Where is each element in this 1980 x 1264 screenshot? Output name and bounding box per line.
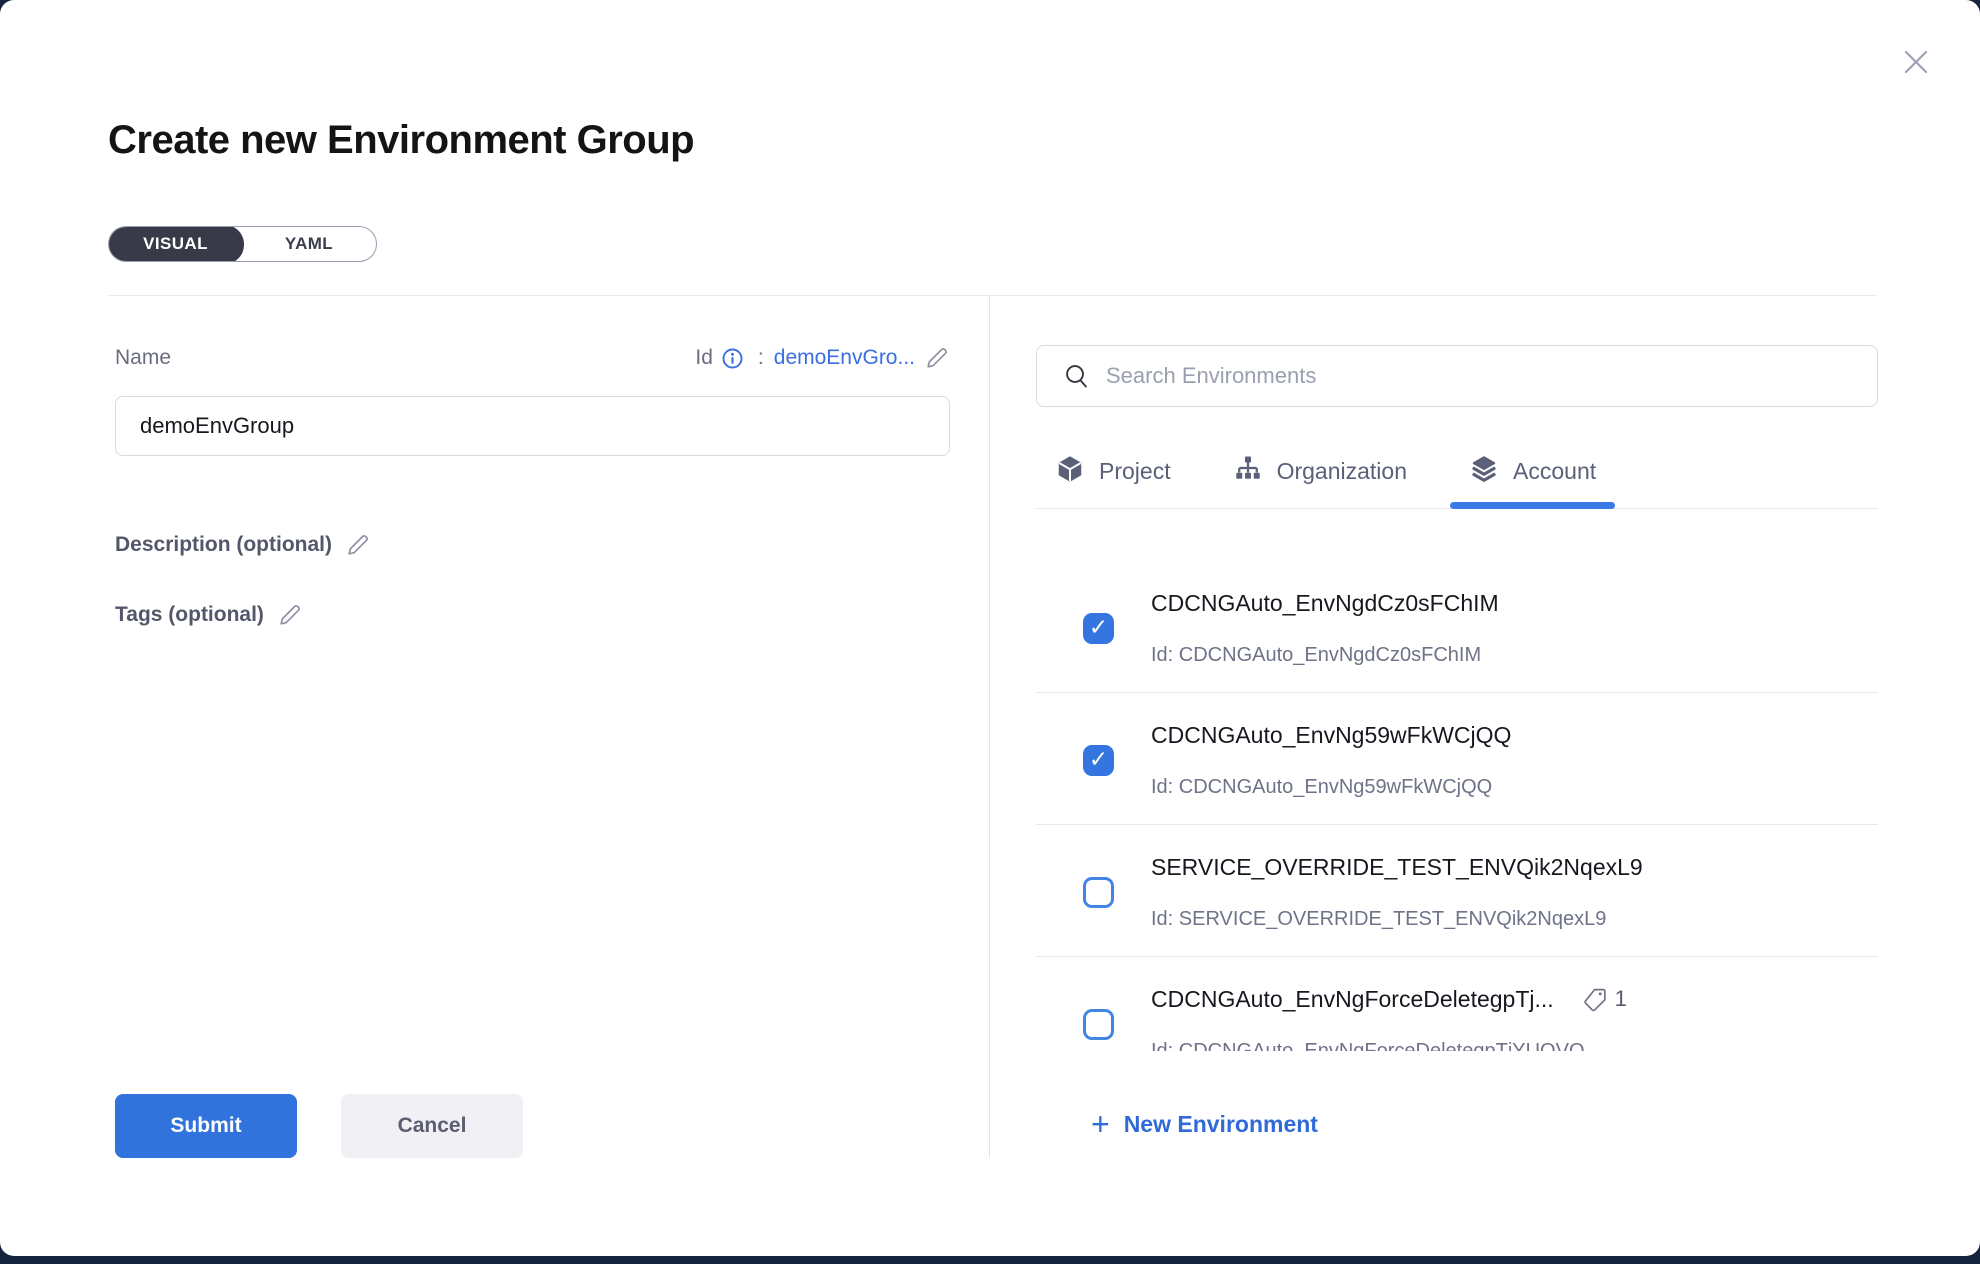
new-environment-button[interactable]: + New Environment bbox=[1091, 1109, 1318, 1139]
environments-pane: Project Organization bbox=[989, 296, 1878, 1158]
organization-hierarchy-icon bbox=[1233, 454, 1263, 484]
environment-name: CDCNGAuto_EnvNgForceDeletegpTj... bbox=[1151, 985, 1554, 1013]
id-label: Id bbox=[695, 346, 713, 370]
environment-name: CDCNGAuto_EnvNg59wFkWCjQQ bbox=[1151, 721, 1511, 749]
tag-count: 1 bbox=[1615, 986, 1627, 1012]
info-icon[interactable] bbox=[721, 347, 744, 370]
scope-tabs: Project Organization bbox=[1036, 451, 1878, 509]
plus-icon: + bbox=[1091, 1109, 1110, 1139]
tab-label: Account bbox=[1513, 454, 1596, 488]
cancel-button[interactable]: Cancel bbox=[341, 1094, 523, 1158]
edit-description-icon[interactable] bbox=[344, 532, 371, 559]
submit-button[interactable]: Submit bbox=[115, 1094, 297, 1158]
close-icon[interactable] bbox=[1898, 44, 1934, 80]
environment-row[interactable]: CDCNGAuto_EnvNg59wFkWCjQQ Id: CDCNGAuto_… bbox=[1036, 693, 1878, 825]
tab-label: Project bbox=[1099, 454, 1171, 488]
environment-row[interactable]: CDCNGAuto_EnvNgdCz0sFChIM Id: CDCNGAuto_… bbox=[1036, 561, 1878, 693]
id-colon: : bbox=[758, 346, 764, 370]
environment-list: CDCNGAuto_EnvNgdCz0sFChIM Id: CDCNGAuto_… bbox=[1036, 561, 1878, 1051]
form-pane: Name Id : demoEnvGro... bbox=[108, 296, 989, 1158]
environment-checkbox[interactable] bbox=[1083, 877, 1114, 908]
tab-project[interactable]: Project bbox=[1036, 451, 1190, 508]
tab-label: Organization bbox=[1277, 454, 1407, 488]
tag-count-badge: 1 bbox=[1582, 986, 1627, 1013]
toggle-visual[interactable]: VISUAL bbox=[108, 226, 244, 262]
account-layers-icon bbox=[1469, 454, 1499, 484]
environment-id: Id: CDCNGAuto_EnvNg59wFkWCjQQ bbox=[1151, 774, 1511, 800]
environment-id: Id: CDCNGAuto_EnvNgForceDeletegpTjYUQVQ bbox=[1151, 1038, 1627, 1051]
search-input[interactable] bbox=[1106, 363, 1857, 389]
create-environment-group-dialog: Create new Environment Group VISUAL YAML… bbox=[0, 0, 1980, 1256]
tab-account[interactable]: Account bbox=[1450, 451, 1615, 508]
environment-checkbox[interactable] bbox=[1083, 745, 1114, 776]
environment-id: Id: SERVICE_OVERRIDE_TEST_ENVQik2NqexL9 bbox=[1151, 906, 1643, 932]
project-cube-icon bbox=[1055, 454, 1085, 484]
name-input[interactable] bbox=[115, 396, 950, 456]
environment-row[interactable]: CDCNGAuto_EnvNgForceDeletegpTj... 1 bbox=[1036, 957, 1878, 1051]
tag-icon bbox=[1582, 986, 1609, 1013]
environment-row[interactable]: SERVICE_OVERRIDE_TEST_ENVQik2NqexL9 Id: … bbox=[1036, 825, 1878, 957]
description-label: Description (optional) bbox=[115, 531, 332, 559]
id-value-link[interactable]: demoEnvGro... bbox=[774, 346, 915, 370]
search-icon bbox=[1063, 362, 1091, 390]
tags-label: Tags (optional) bbox=[115, 601, 264, 629]
environment-name: CDCNGAuto_EnvNgdCz0sFChIM bbox=[1151, 589, 1499, 617]
environment-checkbox[interactable] bbox=[1083, 1009, 1114, 1040]
environment-checkbox[interactable] bbox=[1083, 613, 1114, 644]
visual-yaml-toggle: VISUAL YAML bbox=[108, 226, 377, 262]
new-environment-label: New Environment bbox=[1124, 1111, 1318, 1138]
tab-active-underline bbox=[1450, 502, 1615, 509]
environment-name: SERVICE_OVERRIDE_TEST_ENVQik2NqexL9 bbox=[1151, 853, 1643, 881]
tab-organization[interactable]: Organization bbox=[1214, 451, 1426, 508]
name-label: Name bbox=[115, 344, 171, 372]
search-environments-box bbox=[1036, 345, 1878, 407]
edit-tags-icon[interactable] bbox=[276, 602, 303, 629]
environment-id: Id: CDCNGAuto_EnvNgdCz0sFChIM bbox=[1151, 642, 1499, 668]
toggle-yaml[interactable]: YAML bbox=[242, 226, 376, 262]
page-title: Create new Environment Group bbox=[108, 116, 1980, 164]
edit-id-icon[interactable] bbox=[923, 345, 950, 372]
